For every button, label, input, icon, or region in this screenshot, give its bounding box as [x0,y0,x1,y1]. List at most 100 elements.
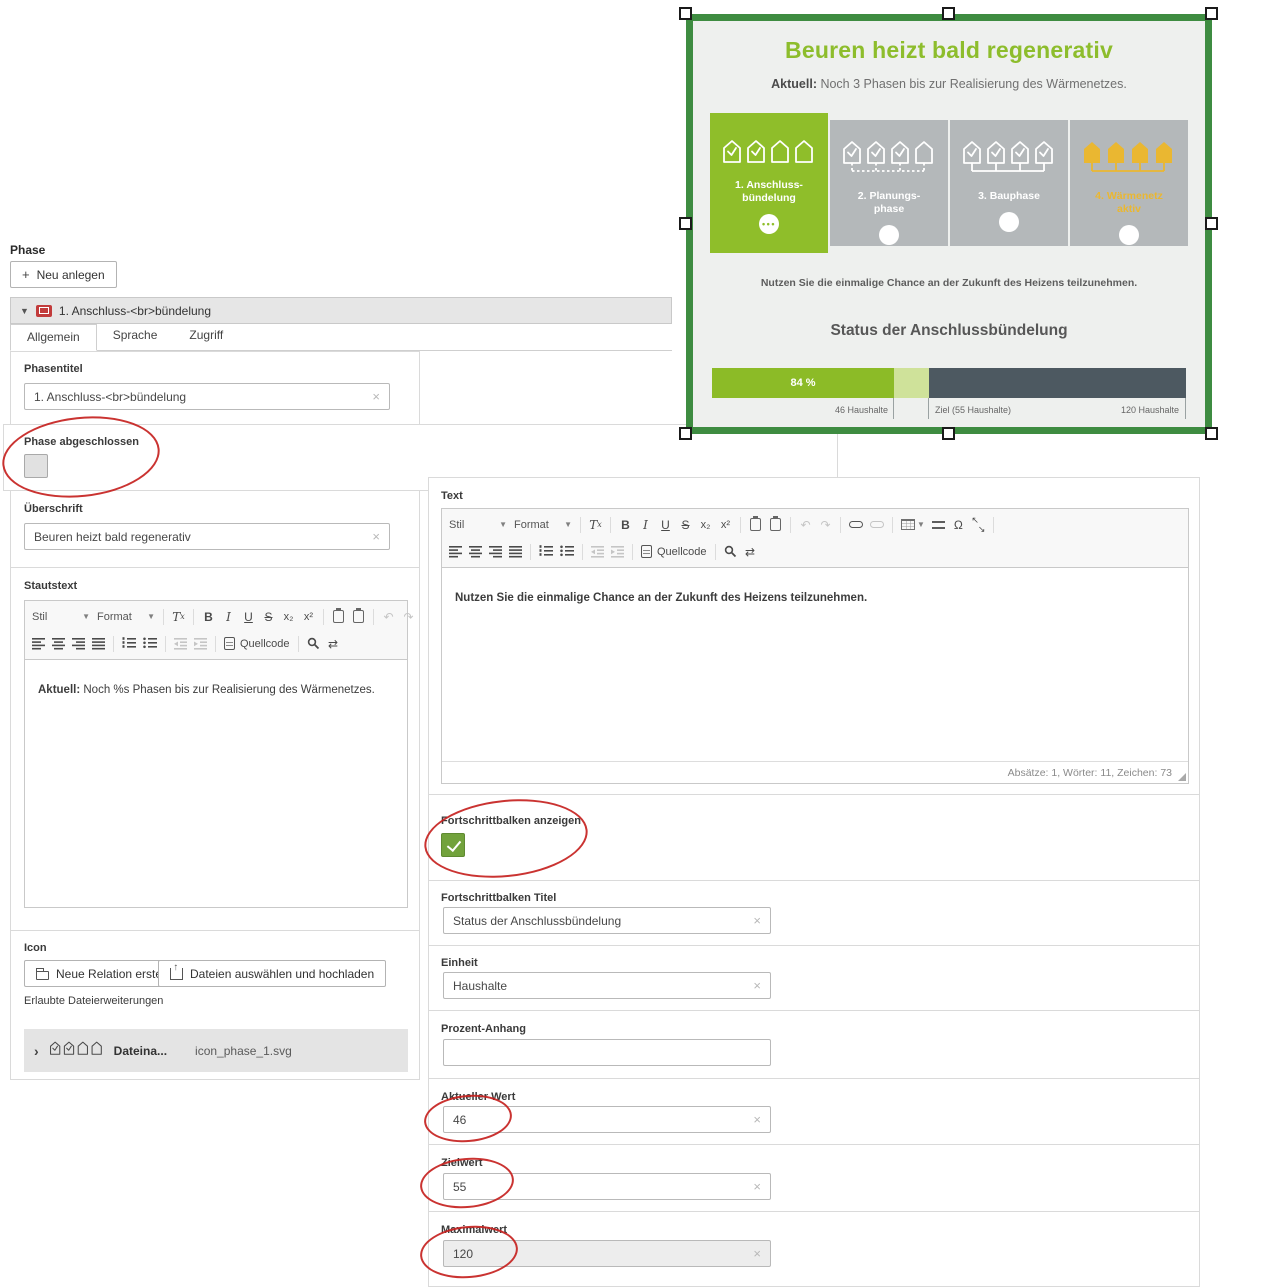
indent-icon[interactable] [191,633,210,654]
align-left-icon[interactable] [446,541,465,562]
outdent-icon[interactable] [171,633,190,654]
text-editor[interactable]: Nutzen Sie die einmalige Chance an der Z… [442,568,1188,629]
align-left-icon[interactable] [29,633,48,654]
undo-icon[interactable]: ↶ [796,514,815,535]
italic-icon[interactable]: I [636,514,655,535]
replace-icon[interactable]: ⇄ [324,633,343,654]
remove-format-icon[interactable]: Tx [586,514,605,535]
selection-handle[interactable] [1205,7,1218,20]
new-phase-button[interactable]: + Neu anlegen [10,261,117,288]
fortschritt-titel-input[interactable]: Status der Anschlussbündelung × [443,907,771,934]
underline-icon[interactable]: U [656,514,675,535]
clear-icon[interactable]: × [753,1180,761,1193]
style-dropdown[interactable]: Stil▼ [446,514,510,535]
tab-allgemein[interactable]: Allgemein [10,324,97,351]
selection-handle[interactable] [942,7,955,20]
horizontal-line-icon[interactable] [929,514,948,535]
selection-handle[interactable] [679,7,692,20]
format-dropdown[interactable]: Format▼ [511,514,575,535]
selection-handle[interactable] [679,217,692,230]
tab-zugriff[interactable]: Zugriff [173,323,239,350]
clear-icon[interactable]: × [753,1113,761,1126]
fortschritt-anzeigen-checkbox[interactable] [441,833,465,857]
align-justify-icon[interactable] [89,633,108,654]
source-code-button[interactable]: Quellcode [638,541,710,562]
ueberschrift-section: Überschrift Beuren heizt bald regenerati… [10,490,420,568]
rte-status-bar: Absätze: 1, Wörter: 11, Zeichen: 73 [442,761,1188,783]
zielwert-label: Zielwert [441,1157,483,1169]
phase-houses-icon [722,139,816,170]
italic-icon[interactable]: I [219,606,238,627]
indent-icon[interactable] [608,541,627,562]
remove-format-icon[interactable]: Tx [169,606,188,627]
superscript-icon[interactable]: x² [299,606,318,627]
special-character-icon[interactable]: Ω [949,514,968,535]
clear-icon[interactable]: × [372,530,380,543]
frontend-preview[interactable]: Beuren heizt bald regenerativ Aktuell: N… [686,14,1212,434]
align-right-icon[interactable] [486,541,505,562]
selection-handle[interactable] [1205,427,1218,440]
format-dropdown[interactable]: Format▼ [94,606,158,627]
strikethrough-icon[interactable]: S [676,514,695,535]
unlink-icon[interactable] [867,514,887,535]
replace-icon[interactable]: ⇄ [741,541,760,562]
phase-panel-header[interactable]: ▼ 1. Anschluss-<br>bündelung [10,297,672,324]
selection-handle[interactable] [1205,217,1218,230]
selection-handle[interactable] [942,427,955,440]
strikethrough-icon[interactable]: S [259,606,278,627]
paste-from-word-icon[interactable] [766,514,785,535]
phasentitel-input[interactable]: 1. Anschluss-<br>bündelung × [24,383,390,410]
paste-icon[interactable] [329,606,348,627]
resize-grip-icon[interactable] [1178,773,1186,781]
expand-caret-icon[interactable]: › [34,1043,39,1059]
fortschritt-anzeigen-section: Fortschrittbalken anzeigen [428,794,1200,881]
align-center-icon[interactable] [466,541,485,562]
paste-from-word-icon[interactable] [349,606,368,627]
bold-icon[interactable]: B [199,606,218,627]
align-right-icon[interactable] [69,633,88,654]
subscript-icon[interactable]: x₂ [279,606,298,627]
redo-icon[interactable]: ↷ [399,606,418,627]
bold-icon[interactable]: B [616,514,635,535]
einheit-input[interactable]: Haushalte × [443,972,771,999]
superscript-icon[interactable]: x² [716,514,735,535]
stautstext-editor[interactable]: Aktuell: Noch %s Phasen bis zur Realisie… [25,660,407,721]
aktueller-wert-input[interactable]: 46 × [443,1106,771,1133]
stautstext-label: Stautstext [24,580,77,592]
underline-icon[interactable]: U [239,606,258,627]
paste-icon[interactable] [746,514,765,535]
clear-icon[interactable]: × [753,914,761,927]
numbered-list-icon[interactable] [536,541,556,562]
outdent-icon[interactable] [588,541,607,562]
search-icon[interactable] [721,541,740,562]
bullet-list-icon[interactable] [140,633,160,654]
progress-label-current: 46 Haushalte [835,405,888,415]
style-dropdown[interactable]: Stil▼ [29,606,93,627]
link-icon[interactable] [846,514,866,535]
source-code-button[interactable]: Quellcode [221,633,293,654]
search-icon[interactable] [304,633,323,654]
collapse-caret-icon[interactable]: ▼ [20,306,29,316]
file-row[interactable]: › Dateina... icon_phase_1.svg [24,1029,408,1072]
prozent-anhang-input[interactable] [443,1039,771,1066]
table-icon[interactable]: ▼ [898,514,928,535]
selection-handle[interactable] [679,427,692,440]
tab-sprache[interactable]: Sprache [97,323,174,350]
undo-icon[interactable]: ↶ [379,606,398,627]
subscript-icon[interactable]: x₂ [696,514,715,535]
bullet-list-icon[interactable] [557,541,577,562]
clear-icon[interactable]: × [753,1247,761,1260]
numbered-list-icon[interactable] [119,633,139,654]
maximize-icon[interactable] [969,514,988,535]
maximalwert-input[interactable]: 120 × [443,1240,771,1267]
redo-icon[interactable]: ↷ [816,514,835,535]
clear-icon[interactable]: × [753,979,761,992]
clear-icon[interactable]: × [372,390,380,403]
toolbar-separator [840,517,841,533]
align-center-icon[interactable] [49,633,68,654]
zielwert-input[interactable]: 55 × [443,1173,771,1200]
ueberschrift-input[interactable]: Beuren heizt bald regenerativ × [24,523,390,550]
upload-files-button[interactable]: Dateien auswählen und hochladen [158,960,386,987]
align-justify-icon[interactable] [506,541,525,562]
phase-abgeschlossen-checkbox[interactable] [24,454,48,478]
